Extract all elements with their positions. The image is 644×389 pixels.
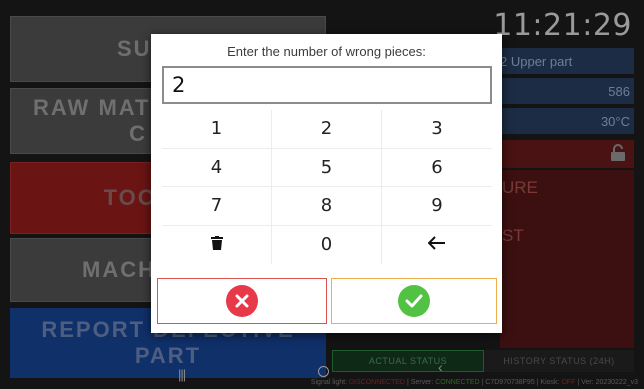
key-9[interactable]: 9 (382, 187, 492, 226)
server-value: CONNECTED (435, 379, 480, 386)
raw-material-label-line1: RAW MAT (33, 95, 151, 120)
temperature-value: 30°C (600, 113, 630, 129)
count-value: 586 (608, 83, 630, 99)
recents-icon[interactable]: ||| (178, 368, 186, 381)
backspace-key[interactable] (382, 226, 492, 265)
clock: 11:21:29 (493, 8, 632, 43)
back-icon[interactable]: ‹ (438, 360, 443, 374)
status-bar (500, 140, 634, 168)
confirm-button[interactable] (331, 278, 497, 324)
key-7[interactable]: 7 (162, 187, 272, 226)
kiosk-value: OFF (561, 379, 576, 386)
wrong-pieces-input[interactable]: 2 (162, 66, 492, 104)
check-circle-icon (398, 285, 430, 317)
signal-label: Signal light: (310, 379, 348, 386)
trash-icon (210, 234, 223, 255)
report-label-line2: PART (134, 343, 202, 368)
key-0[interactable]: 0 (272, 225, 382, 264)
device-info: | C7D970738F95 | Kiosk: (481, 379, 560, 386)
wrong-pieces-dialog: Enter the number of wrong pieces: 2 1 2 … (151, 34, 502, 333)
key-8[interactable]: 8 (272, 187, 382, 226)
tab-actual-status[interactable]: ACTUAL STATUS (332, 350, 484, 372)
numeric-keypad: 1 2 3 4 5 6 7 8 9 0 (162, 110, 492, 264)
part-name-field: 2 Upper part (500, 48, 634, 74)
part-name: 2 Upper part (500, 53, 573, 69)
temperature-field: 30°C (500, 108, 634, 134)
key-2[interactable]: 2 (272, 110, 382, 149)
key-6[interactable]: 6 (382, 149, 492, 187)
alarm-text-2: ST (502, 226, 524, 245)
cancel-button[interactable] (157, 278, 327, 324)
clear-key[interactable] (162, 225, 272, 264)
signal-value: DISCONNECTED (348, 379, 405, 386)
x-circle-icon (226, 285, 258, 317)
home-icon[interactable] (318, 366, 329, 377)
footer-status: Signal light: DISCONNECTED | Server: CON… (0, 376, 644, 389)
key-5[interactable]: 5 (272, 148, 382, 187)
status-tabs: ACTUAL STATUS HISTORY STATUS (24H) (332, 350, 634, 372)
unlock-icon[interactable] (610, 144, 626, 167)
server-label: | Server: (406, 379, 434, 386)
alarm-text-1: URE (502, 178, 538, 197)
dialog-title: Enter the number of wrong pieces: (227, 44, 426, 59)
version-info: | Ver: 20230222_v3 (577, 379, 638, 386)
key-4[interactable]: 4 (162, 148, 272, 187)
arrow-left-icon (427, 234, 446, 255)
key-3[interactable]: 3 (382, 110, 492, 149)
key-1[interactable]: 1 (162, 110, 272, 149)
count-field: 586 (500, 78, 634, 104)
tab-history-status[interactable]: HISTORY STATUS (24H) (484, 350, 634, 372)
